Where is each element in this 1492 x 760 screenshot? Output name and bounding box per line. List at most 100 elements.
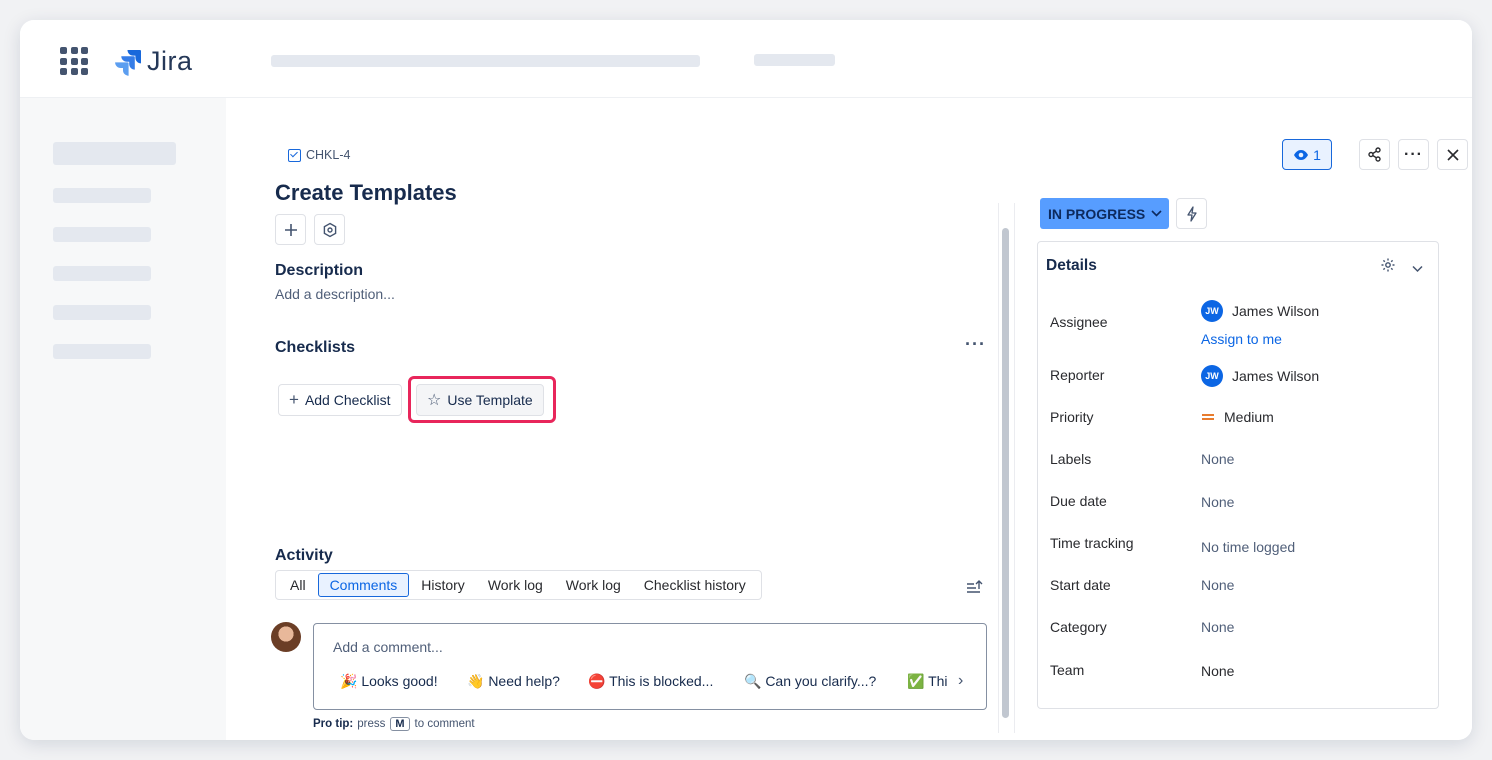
tab-work-log-2[interactable]: Work log (555, 573, 632, 597)
keyboard-key: M (390, 717, 410, 731)
assign-to-me-link[interactable]: Assign to me (1201, 331, 1282, 347)
details-heading[interactable]: Details (1046, 257, 1097, 275)
start-date-label: Start date (1050, 577, 1111, 593)
chevron-down-icon (1151, 210, 1162, 217)
app-window: Jira CHKL-4 Create Templates Description… (20, 20, 1472, 740)
more-actions-button[interactable]: ··· (1398, 139, 1429, 170)
activity-tabs: All Comments History Work log Work log C… (275, 570, 762, 600)
app-name: Jira (147, 46, 193, 76)
sidebar-placeholder (53, 266, 151, 281)
reporter-label: Reporter (1050, 367, 1105, 383)
lightning-icon (1186, 205, 1197, 222)
apps-button[interactable] (314, 214, 345, 245)
category-label: Category (1050, 619, 1107, 635)
jira-logo-icon (115, 49, 141, 76)
pro-tip-label: Pro tip: (313, 718, 354, 730)
eye-icon (1294, 149, 1309, 160)
sidebar-placeholder (53, 227, 151, 242)
category-value[interactable]: None (1201, 619, 1234, 635)
start-date-value[interactable]: None (1201, 577, 1234, 593)
reporter-value[interactable]: JW James Wilson (1201, 365, 1319, 387)
priority-label: Priority (1050, 409, 1094, 425)
hexagon-settings-icon (323, 222, 336, 237)
issue-key[interactable]: CHKL-4 (288, 148, 350, 162)
comment-input[interactable]: Add a comment... 🎉 Looks good! 👋 Need he… (313, 623, 987, 710)
share-button[interactable] (1359, 139, 1390, 170)
details-panel: Details Assignee JW James Wilson Assign … (1037, 241, 1439, 709)
time-tracking-label: Time tracking (1050, 535, 1134, 551)
reporter-name: James Wilson (1232, 368, 1320, 384)
tab-history[interactable]: History (410, 573, 476, 597)
watch-button[interactable]: 1 (1282, 139, 1332, 170)
due-date-value[interactable]: None (1201, 494, 1234, 510)
top-navigation: Jira (20, 20, 1472, 98)
assignee-name: James Wilson (1232, 303, 1320, 319)
nav-placeholder (271, 55, 700, 67)
priority-medium-icon (1202, 414, 1214, 420)
close-icon (1446, 148, 1459, 161)
quick-reply-blocked[interactable]: ⛔ This is blocked... (588, 673, 713, 690)
sidebar-placeholder (53, 142, 176, 165)
chevron-down-icon[interactable] (1412, 260, 1423, 278)
pro-tip: Pro tip: press M to comment (313, 717, 475, 731)
tab-checklist-history[interactable]: Checklist history (633, 573, 757, 597)
sidebar-placeholder (53, 188, 151, 203)
divider (998, 203, 999, 733)
due-date-label: Due date (1050, 493, 1107, 509)
issue-key-text: CHKL-4 (306, 148, 351, 162)
sort-order-icon[interactable] (966, 579, 983, 600)
chevron-right-icon[interactable]: › (958, 672, 963, 690)
checklists-heading: Checklists (275, 339, 356, 356)
labels-label: Labels (1050, 451, 1092, 467)
avatar: JW (1201, 365, 1223, 387)
time-tracking-value[interactable]: No time logged (1201, 539, 1295, 555)
watcher-count: 1 (1313, 146, 1321, 163)
close-button[interactable] (1437, 139, 1468, 170)
checklists-more-icon[interactable]: ··· (965, 334, 986, 355)
plus-icon: + (289, 390, 299, 409)
quick-reply-looks-good[interactable]: 🎉 Looks good! (340, 673, 438, 690)
task-type-icon (288, 148, 301, 162)
priority-text: Medium (1224, 409, 1274, 425)
sidebar (20, 98, 226, 740)
comment-placeholder: Add a comment... (333, 639, 443, 655)
assignee-value[interactable]: JW James Wilson (1201, 300, 1319, 322)
highlight-box (408, 376, 556, 423)
labels-value[interactable]: None (1201, 451, 1234, 467)
automation-button[interactable] (1176, 198, 1207, 229)
quick-reply-clarify[interactable]: 🔍 Can you clarify...? (744, 673, 876, 690)
issue-view: CHKL-4 Create Templates Description Add … (226, 98, 1472, 740)
nav-placeholder (754, 54, 835, 66)
scrollbar[interactable] (1002, 228, 1009, 718)
tab-comments[interactable]: Comments (317, 573, 410, 597)
activity-heading: Activity (275, 547, 333, 564)
pro-tip-press: press (357, 718, 386, 730)
tab-work-log[interactable]: Work log (477, 573, 554, 597)
add-button[interactable] (275, 214, 306, 245)
share-icon (1368, 147, 1381, 162)
app-switcher-icon[interactable] (60, 47, 88, 75)
avatar: JW (1201, 300, 1223, 322)
description-field[interactable]: Add a description... (275, 286, 395, 302)
add-checklist-button[interactable]: + Add Checklist (278, 384, 402, 416)
user-avatar (271, 622, 301, 652)
description-heading: Description (275, 262, 364, 279)
plus-icon (284, 223, 297, 236)
priority-value[interactable]: Medium (1201, 409, 1274, 425)
quick-reply-truncated[interactable]: ✅ Thi (907, 673, 947, 690)
quick-reply-need-help[interactable]: 👋 Need help? (467, 673, 560, 690)
pro-tip-suffix: to comment (414, 718, 475, 730)
issue-title[interactable]: Create Templates (275, 180, 457, 206)
more-icon: ··· (1404, 145, 1423, 163)
team-value[interactable]: None (1201, 663, 1234, 679)
sidebar-placeholder (53, 305, 151, 320)
divider (1014, 203, 1015, 733)
team-label: Team (1050, 662, 1085, 678)
tab-all[interactable]: All (279, 573, 317, 597)
jira-logo[interactable]: Jira (114, 46, 193, 77)
sidebar-placeholder (53, 344, 151, 359)
gear-icon[interactable] (1380, 257, 1396, 278)
assignee-label: Assignee (1050, 314, 1108, 330)
status-dropdown[interactable]: IN PROGRESS (1040, 198, 1169, 229)
status-label: IN PROGRESS (1048, 205, 1146, 222)
